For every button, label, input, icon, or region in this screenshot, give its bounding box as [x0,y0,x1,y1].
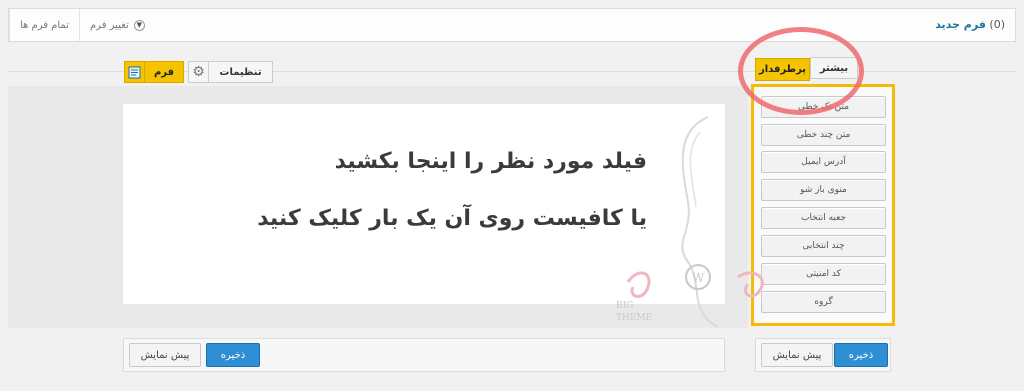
settings-tab[interactable]: ⚙ تنظیمات [188,61,273,83]
form-count: (0) [989,18,1005,31]
change-form-label: تغییر فرم [89,19,129,31]
all-forms-label: تمام فرم ها [20,19,69,31]
form-name-link[interactable]: فرم جدید [935,18,986,31]
top-bar: (0) فرم جدید ▼ تغییر فرم تمام فرم ها [8,8,1016,42]
all-forms-link[interactable]: تمام فرم ها [9,9,79,41]
watermark-logo: W BIG THEME [588,112,788,337]
panel-footer: پیش نمایش ذخیره [755,338,891,372]
canvas-footer: پیش نمایش ذخیره [123,338,725,372]
svg-text:W: W [692,271,705,285]
preview-button[interactable]: پیش نمایش [129,343,201,367]
form-label: فرم [153,66,175,78]
panel-save-button[interactable]: ذخیره [834,343,888,367]
gear-icon: ⚙ [189,62,209,82]
panel-preview-button[interactable]: پیش نمایش [761,343,833,367]
change-form-button[interactable]: ▼ تغییر فرم [78,9,155,41]
save-button[interactable]: ذخیره [206,343,260,367]
watermark-text-2: THEME [616,313,652,323]
top-actions: ▼ تغییر فرم تمام فرم ها [9,9,155,41]
watermark-text-1: BIG [616,301,633,311]
settings-label: تنظیمات [219,66,262,78]
form-icon [125,62,145,82]
form-tab[interactable]: فرم [124,61,184,83]
highlight-circle [738,27,864,115]
form-title: (0) فرم جدید [935,18,1005,31]
chevron-down-icon: ▼ [133,19,145,31]
